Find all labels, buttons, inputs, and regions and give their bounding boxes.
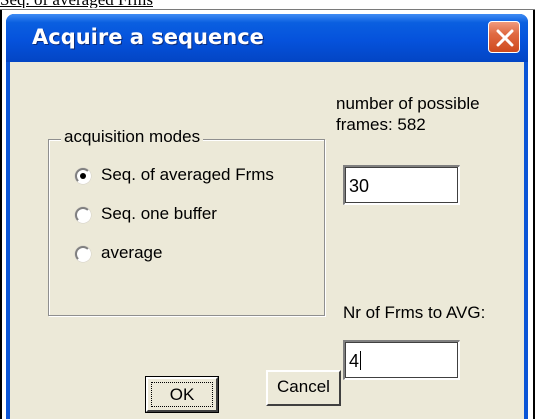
- avg-frames-label: Nr of Frms to AVG:: [343, 303, 486, 322]
- radio-button[interactable]: [75, 168, 91, 184]
- radio-button[interactable]: [75, 207, 91, 223]
- acquisition-modes-group: acquisition modes Seq. of averaged Frms …: [48, 127, 325, 316]
- group-label: acquisition modes: [61, 127, 204, 147]
- possible-frames-info: number of possible frames: 582: [336, 93, 526, 135]
- close-button[interactable]: [488, 21, 520, 53]
- caption-text: Seq. of averaged Frms: [0, 0, 539, 8]
- acquire-sequence-dialog: Acquire a sequence acquisition modes Seq…: [6, 14, 528, 419]
- possible-frames-line2: frames: 582: [336, 115, 426, 134]
- frame-border-right: [533, 10, 535, 419]
- title-bar[interactable]: Acquire a sequence: [6, 14, 528, 62]
- radio-selected-dot: [80, 173, 86, 179]
- frame-border-top: [0, 9, 535, 10]
- dialog-title: Acquire a sequence: [32, 25, 264, 49]
- text-caret: [360, 351, 362, 370]
- close-x-icon: [496, 29, 514, 47]
- radio-label: Seq. one buffer: [101, 204, 217, 223]
- dialog-client-area: acquisition modes Seq. of averaged Frms …: [10, 62, 524, 419]
- radio-label: average: [101, 243, 163, 262]
- cancel-label: Cancel: [277, 377, 330, 396]
- avg-frames-value: 4: [349, 351, 360, 371]
- radio-label: Seq. of averaged Frms: [101, 165, 274, 184]
- focus-rectangle: [151, 382, 213, 407]
- frame-border-left: [0, 10, 2, 419]
- frames-count-input[interactable]: 30: [343, 165, 460, 205]
- radio-button[interactable]: [75, 246, 91, 262]
- cancel-button[interactable]: Cancel: [266, 370, 341, 406]
- possible-frames-line1: number of possible: [336, 94, 480, 113]
- avg-frames-input[interactable]: 4: [343, 340, 460, 380]
- frames-count-value: 30: [349, 176, 370, 196]
- ok-button[interactable]: OK: [145, 376, 219, 413]
